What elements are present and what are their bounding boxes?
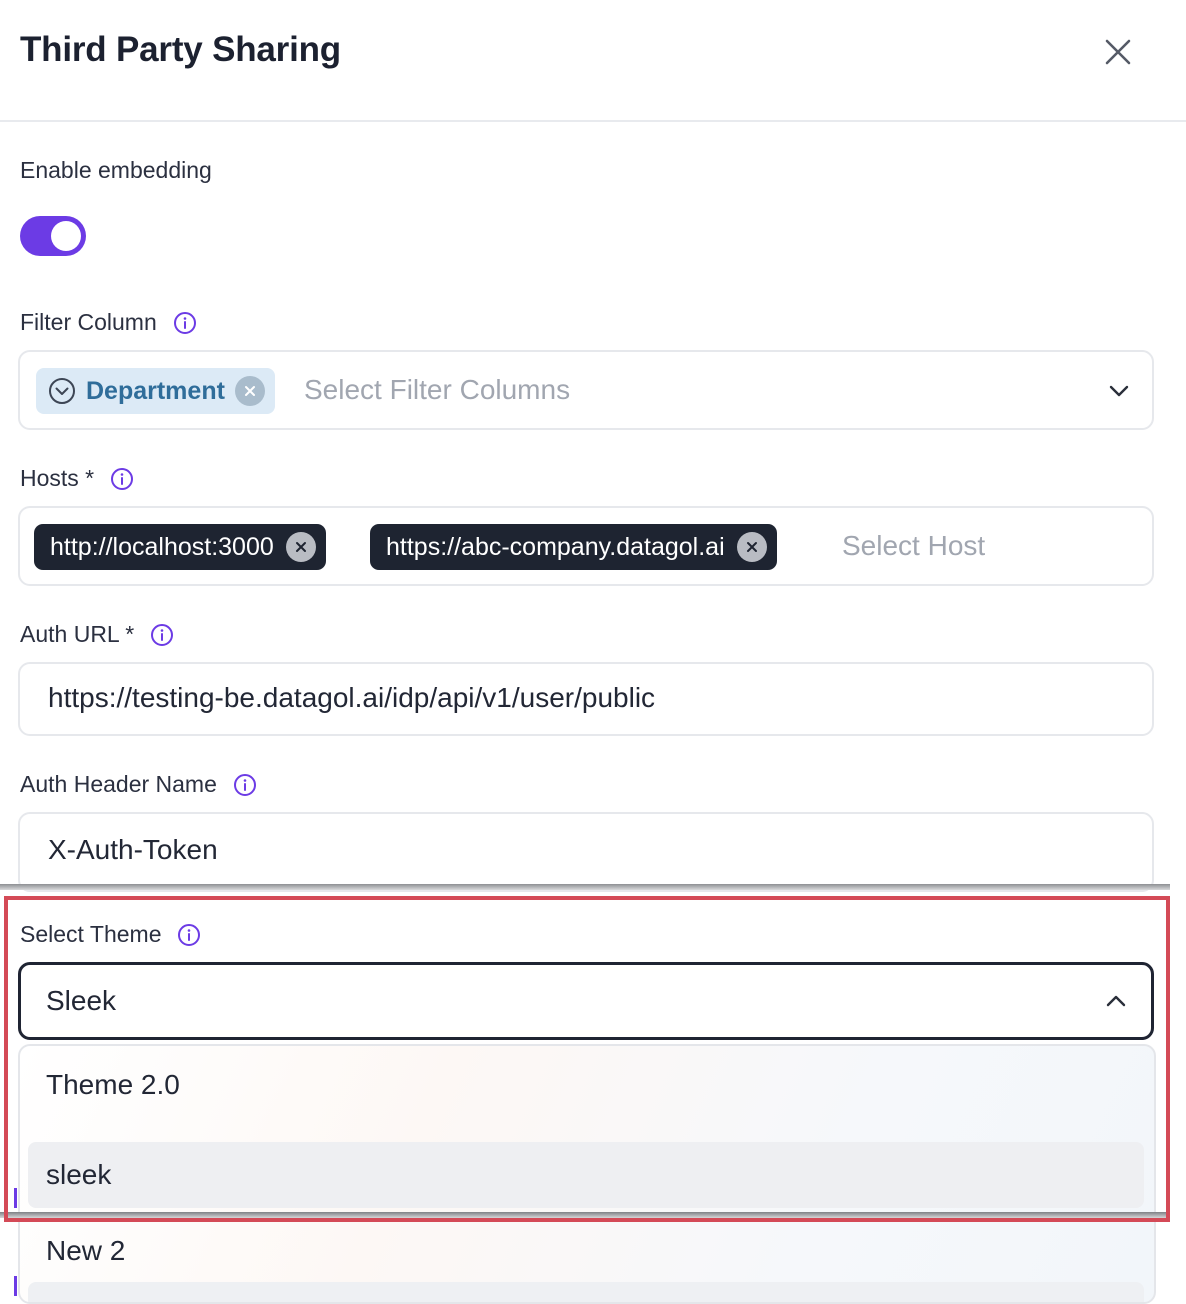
- info-icon[interactable]: [233, 773, 257, 797]
- auth-header-input[interactable]: X-Auth-Token: [18, 812, 1154, 892]
- dropdown-divider: [0, 1212, 1170, 1218]
- theme-option[interactable]: New 2: [28, 1218, 1144, 1284]
- theme-option-selected[interactable]: sleek: [28, 1142, 1144, 1208]
- close-button[interactable]: [1098, 32, 1138, 72]
- close-icon: [1105, 39, 1131, 65]
- section-divider: [0, 884, 1170, 890]
- filter-column-label: Filter Column: [20, 309, 197, 336]
- close-icon: [746, 542, 757, 552]
- hosts-placeholder: Select Host: [842, 530, 986, 561]
- theme-option-partial[interactable]: [28, 1282, 1144, 1302]
- auth-header-label: Auth Header Name: [20, 771, 257, 798]
- filter-column-select[interactable]: Department Select Filter Columns: [18, 350, 1154, 430]
- info-icon[interactable]: [150, 623, 174, 647]
- theme-dropdown-menu: Theme 2.0 sleek New 2: [18, 1044, 1156, 1304]
- edge-indicator: [14, 1188, 17, 1208]
- theme-option[interactable]: Theme 2.0: [28, 1052, 1144, 1118]
- theme-label: Select Theme: [20, 921, 201, 948]
- auth-url-label: Auth URL *: [20, 621, 174, 648]
- host-chip: https://abc-company.datagol.ai: [370, 524, 777, 570]
- close-icon: [244, 386, 255, 396]
- filter-column-placeholder: Select Filter Columns: [304, 374, 571, 405]
- embedding-toggle[interactable]: [20, 216, 86, 256]
- info-icon[interactable]: [173, 311, 197, 335]
- hosts-select[interactable]: http://localhost:3000 https://abc-compan…: [18, 506, 1154, 586]
- embedding-label: Enable embedding: [20, 157, 212, 183]
- hosts-label: Hosts *: [20, 465, 134, 492]
- info-icon[interactable]: [110, 467, 134, 491]
- info-icon[interactable]: [177, 923, 201, 947]
- toggle-knob: [51, 221, 81, 251]
- remove-chip-button[interactable]: [285, 532, 316, 562]
- chevron-down-icon[interactable]: [1104, 376, 1134, 406]
- dialog-header: Third Party Sharing: [0, 0, 1186, 122]
- dialog-title: Third Party Sharing: [20, 30, 341, 69]
- auth-url-input[interactable]: https://testing-be.datagol.ai/idp/api/v1…: [18, 662, 1154, 736]
- edge-indicator: [14, 1276, 17, 1296]
- chevron-circle-icon: [49, 378, 75, 404]
- chevron-up-icon[interactable]: [1101, 986, 1131, 1016]
- close-icon: [295, 542, 306, 552]
- host-chip: http://localhost:3000: [34, 524, 326, 570]
- theme-select[interactable]: Sleek: [18, 962, 1154, 1040]
- filter-chip-department: Department: [36, 368, 275, 414]
- remove-chip-button[interactable]: [736, 532, 767, 562]
- remove-chip-button[interactable]: [234, 376, 265, 406]
